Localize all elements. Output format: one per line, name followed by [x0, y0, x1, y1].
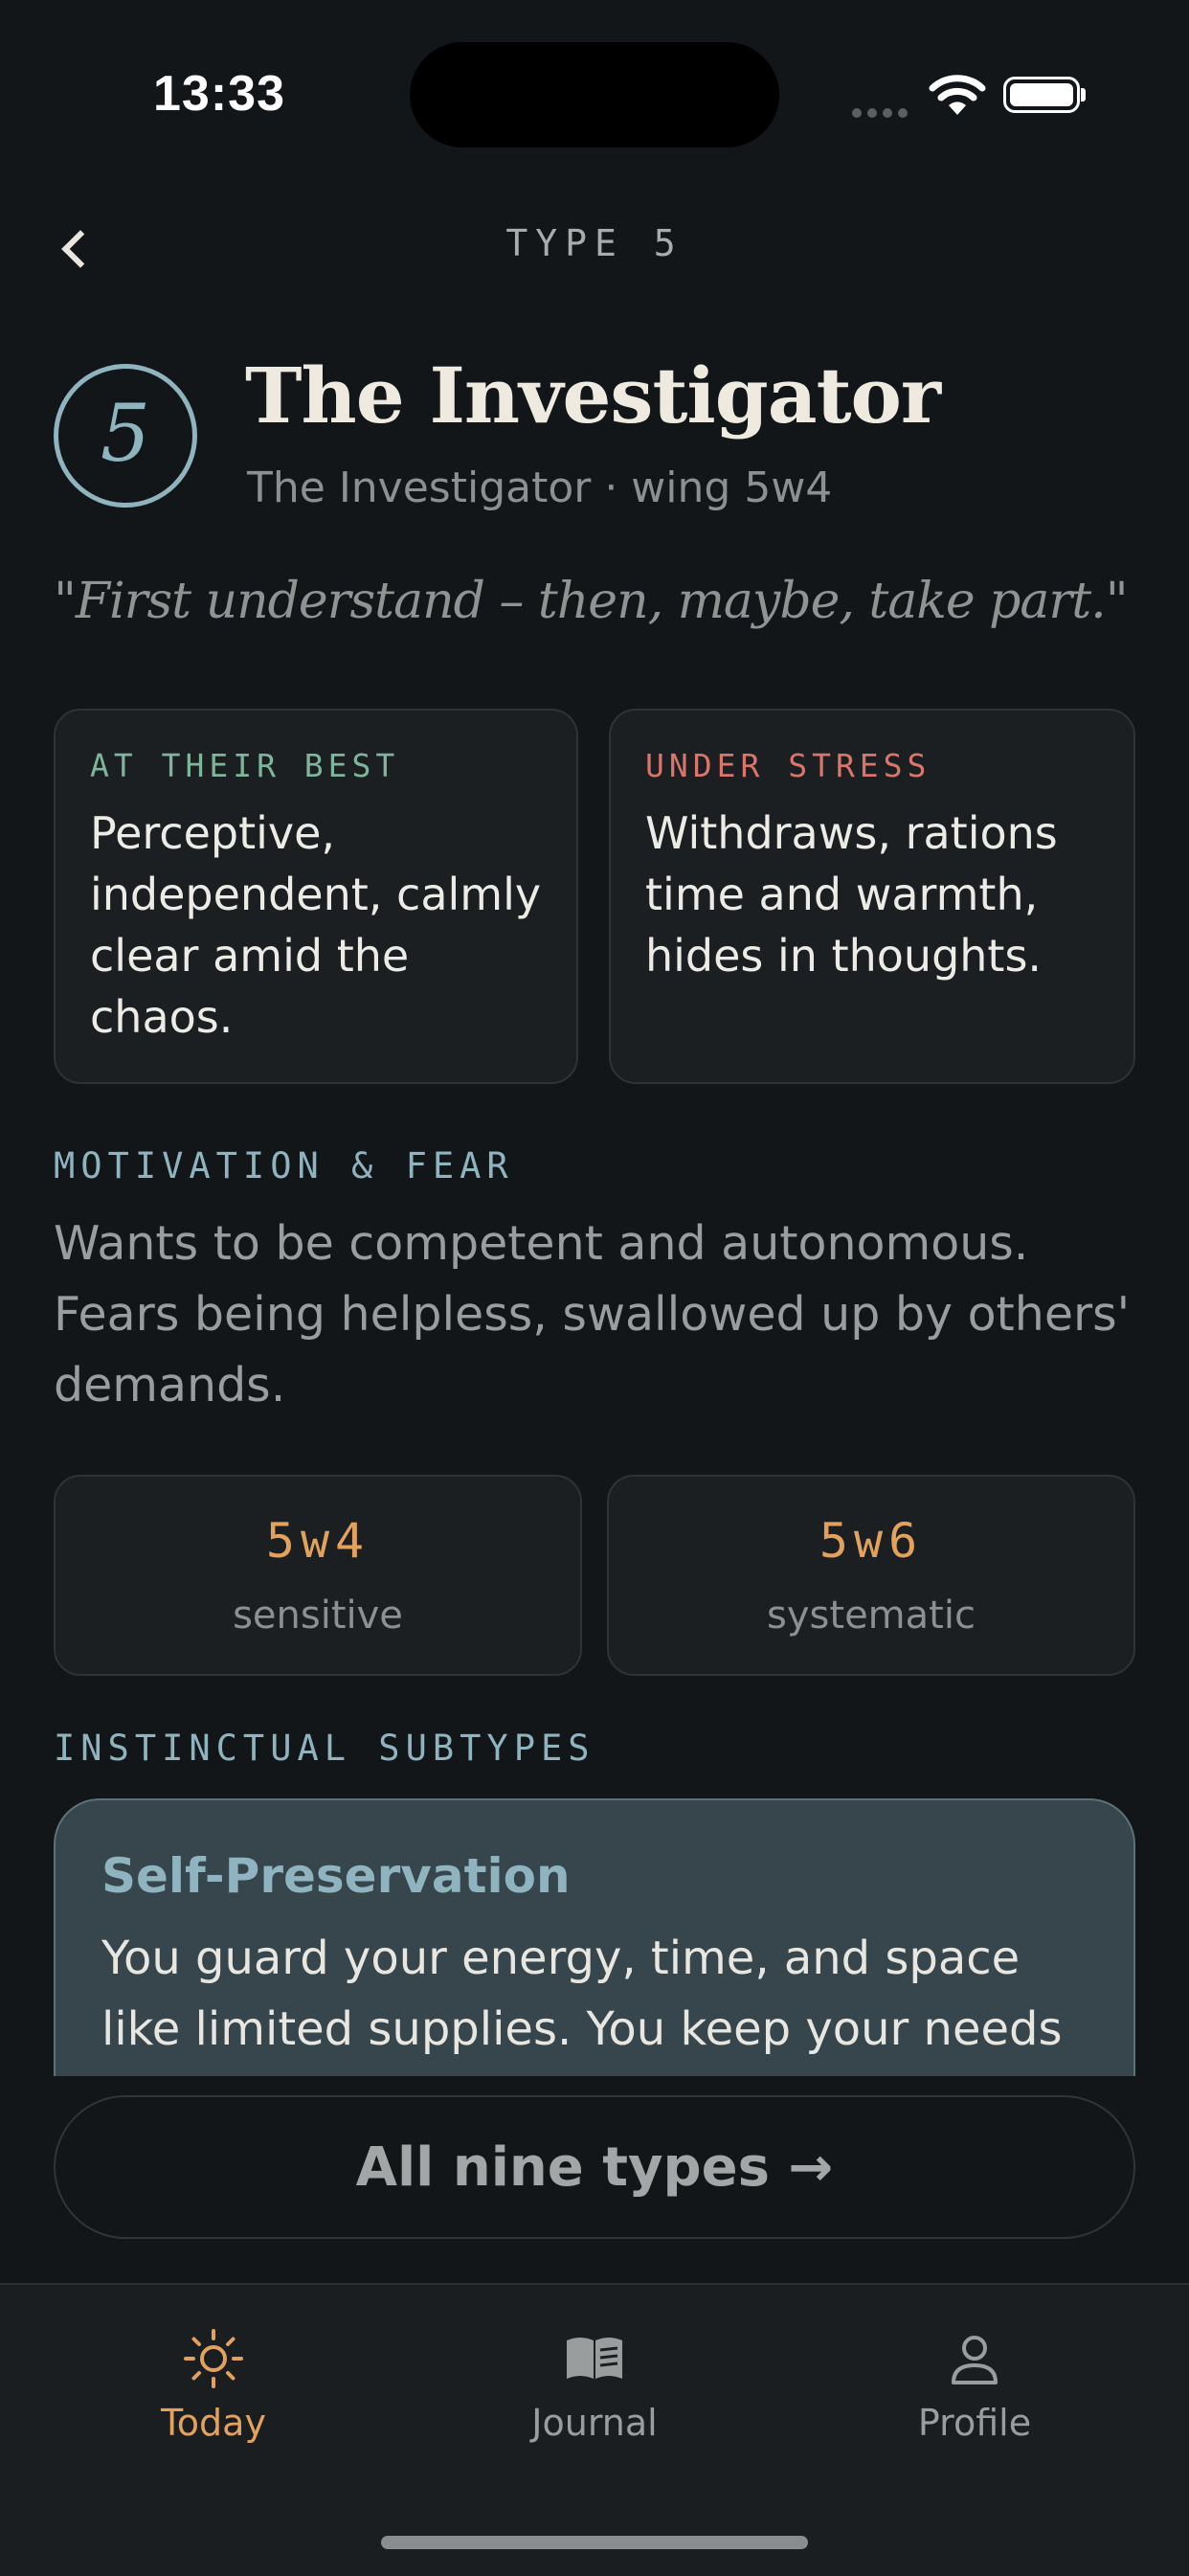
type-subtitle: The Investigator · wing 5w4: [247, 463, 833, 512]
tab-profile[interactable]: Profile: [850, 2325, 1099, 2444]
subtype-text: You guard your energy, time, and space l…: [101, 1932, 1063, 2056]
book-icon: [561, 2325, 628, 2392]
tab-bar: Today Journal Profile: [0, 2283, 1189, 2576]
wing-description: systematic: [767, 1593, 976, 1638]
wifi-icon: [929, 75, 986, 121]
wing-code: 5w4: [265, 1513, 370, 1569]
motivation-fear-heading: MOTIVATION & FEAR: [54, 1145, 514, 1186]
under-stress-card: UNDER STRESS Withdraws, rations time and…: [609, 709, 1135, 1084]
wing-description: sensitive: [233, 1593, 403, 1638]
battery-tip: [1081, 88, 1086, 102]
at-their-best-card: AT THEIR BEST Perceptive, independent, c…: [54, 709, 578, 1084]
at-their-best-label: AT THEIR BEST: [90, 747, 400, 784]
tab-label: Today: [161, 2402, 266, 2444]
all-nine-types-button[interactable]: All nine types →: [54, 2095, 1135, 2239]
type-name: The Investigator: [245, 350, 941, 441]
wing-code: 5w6: [819, 1513, 924, 1569]
under-stress-text: Withdraws, rations time and warmth, hide…: [645, 807, 1058, 982]
tab-label: Journal: [531, 2402, 658, 2444]
type-number-badge: 5: [54, 364, 197, 508]
motivation-fear-text: Wants to be competent and autonomous. Fe…: [54, 1216, 1131, 1412]
instinctual-subtypes-heading: INSTINCTUAL SUBTYPES: [54, 1728, 595, 1769]
page-title: TYPE 5: [505, 222, 684, 264]
dynamic-island: [410, 42, 779, 147]
home-indicator: [381, 2536, 808, 2549]
subtype-title: Self-Preservation: [101, 1848, 571, 1904]
type-quote: "First understand – then, maybe, take pa…: [54, 573, 1129, 630]
cellular-signal-icon: [852, 103, 913, 122]
wing-card-5w6[interactable]: 5w6 systematic: [607, 1475, 1135, 1676]
status-time: 13:33: [153, 66, 285, 122]
person-icon: [941, 2325, 1008, 2392]
tab-journal[interactable]: Journal: [470, 2325, 719, 2444]
subtype-card-self-preservation[interactable]: Self-Preservation You guard your energy,…: [54, 1798, 1135, 2076]
battery-icon: [1003, 77, 1080, 113]
wing-card-5w4[interactable]: 5w4 sensitive: [54, 1475, 582, 1676]
at-their-best-text: Perceptive, independent, calmly clear am…: [90, 807, 542, 1043]
subtype-scroll-area[interactable]: Self-Preservation You guard your energy,…: [54, 1798, 1135, 2076]
under-stress-label: UNDER STRESS: [645, 747, 931, 784]
tab-today[interactable]: Today: [89, 2325, 338, 2444]
type-number: 5: [100, 388, 151, 480]
sun-icon: [180, 2325, 247, 2392]
tab-label: Profile: [917, 2402, 1032, 2444]
